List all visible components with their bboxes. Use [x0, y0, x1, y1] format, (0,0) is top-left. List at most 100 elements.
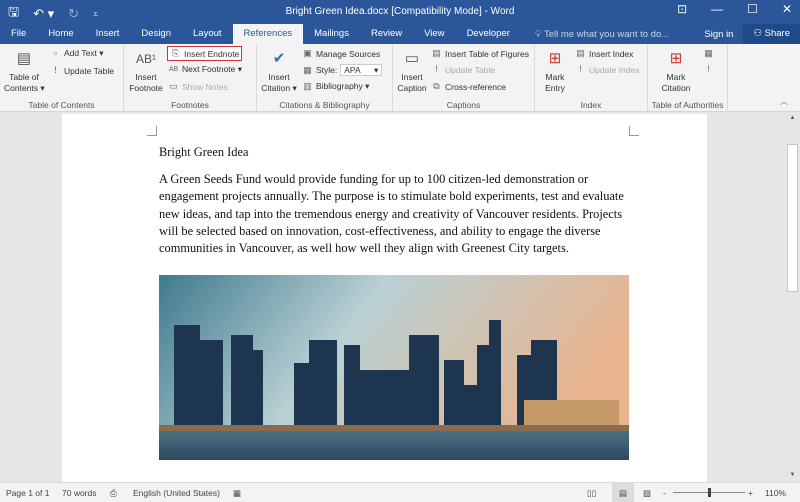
- update-figures-table-button[interactable]: ! Update Table: [431, 64, 495, 75]
- insert-index-icon: ▤: [576, 48, 585, 58]
- update-index-icon: !: [579, 64, 582, 74]
- show-notes-button[interactable]: ▭ Show Notes: [168, 81, 228, 92]
- add-text-button[interactable]: ▫ Add Text ▾: [50, 48, 104, 59]
- margin-mark: [629, 126, 639, 136]
- update-table-button[interactable]: ! Update Table: [50, 65, 114, 76]
- print-layout-icon[interactable]: ▤: [612, 483, 634, 502]
- document-page[interactable]: Bright Green Idea A Green Seeds Fund wou…: [62, 114, 707, 482]
- update-index-button[interactable]: ! Update Index: [575, 64, 639, 75]
- caption-icon: ▭: [404, 50, 420, 67]
- ribbon-tabs: File Home Insert Design Layout Reference…: [0, 24, 800, 44]
- add-text-icon: ▫: [53, 48, 58, 58]
- tab-developer[interactable]: Developer: [456, 24, 521, 44]
- macro-record-icon[interactable]: ▦: [233, 488, 241, 499]
- sign-in-link[interactable]: Sign in: [694, 29, 743, 40]
- window-controls: ⊡ — ☐ ✕: [677, 2, 792, 16]
- mark-entry-icon: ⊞: [548, 50, 562, 67]
- bibliography-icon: ▥: [303, 81, 312, 91]
- group-label: Captions: [446, 100, 481, 110]
- insert-endnote-button[interactable]: ⎘ Insert Endnote: [166, 46, 243, 61]
- scroll-down-icon[interactable]: ▼: [787, 471, 798, 480]
- style-icon: ▦: [303, 64, 312, 75]
- style-dropdown[interactable]: APA ▾: [340, 64, 383, 76]
- insert-caption-button[interactable]: ▭ Insert Caption: [395, 48, 429, 94]
- insert-footnote-button[interactable]: AB¹ Insert Footnote: [128, 48, 164, 94]
- document-area: Bright Green Idea A Green Seeds Fund wou…: [0, 112, 785, 482]
- style-selector[interactable]: ▦ Style: APA ▾: [302, 64, 383, 76]
- group-table-of-authorities: ⊞ Mark Citation ▦ ! Table of Authorities: [648, 44, 728, 112]
- cross-reference-icon: ⧉: [433, 81, 440, 91]
- manage-sources-icon: ▣: [303, 48, 312, 58]
- document-paragraph: A Green Seeds Fund would provide funding…: [159, 172, 624, 256]
- tab-insert[interactable]: Insert: [85, 24, 131, 44]
- bibliography-button[interactable]: ▥ Bibliography ▾: [302, 81, 369, 92]
- footnote-icon: AB¹: [135, 52, 156, 66]
- zoom-in-button[interactable]: +: [748, 488, 753, 498]
- tab-references[interactable]: References: [232, 24, 304, 44]
- margin-mark: [147, 126, 157, 136]
- insert-table-of-figures-button[interactable]: ▤ Insert Table of Figures: [431, 48, 529, 59]
- zoom-slider-handle[interactable]: [708, 488, 711, 497]
- group-footnotes: AB¹ Insert Footnote ⎘ Insert Endnote AB Nex…: [124, 44, 257, 112]
- update-toa-icon: !: [707, 64, 710, 74]
- share-button[interactable]: ⚇ Share: [743, 24, 800, 44]
- document-heading: Bright Green Idea: [159, 145, 249, 159]
- tab-file[interactable]: File: [0, 24, 37, 44]
- person-icon: ⚇: [753, 28, 765, 39]
- title-bar: 🖫 ↶ ▾ ↻ ⩡ Bright Green Idea.docx [Compat…: [0, 0, 800, 24]
- vertical-scrollbar[interactable]: ▲ ▼: [785, 112, 800, 482]
- update-toa-button[interactable]: !: [703, 64, 714, 75]
- tab-view[interactable]: View: [413, 24, 455, 44]
- mark-citation-button[interactable]: ⊞ Mark Citation: [656, 48, 696, 94]
- city-skyline-photo[interactable]: [159, 275, 629, 460]
- insert-toa-button[interactable]: ▦: [703, 48, 714, 59]
- read-mode-icon[interactable]: ▯▯: [587, 488, 596, 499]
- next-footnote-button[interactable]: AB Next Footnote ▾: [168, 64, 242, 75]
- page-count[interactable]: Page 1 of 1: [6, 488, 49, 498]
- insert-index-button[interactable]: ▤ Insert Index: [575, 48, 633, 59]
- group-index: ⊞ Mark Entry ▤ Insert Index ! Update Index …: [535, 44, 648, 112]
- tell-me-box[interactable]: 💡︎ Tell me what you want to do...: [535, 29, 669, 40]
- word-count[interactable]: 70 words: [62, 488, 97, 498]
- close-icon[interactable]: ✕: [782, 2, 792, 16]
- scrollbar-thumb[interactable]: [787, 144, 798, 292]
- web-layout-icon[interactable]: ▨: [643, 488, 651, 499]
- group-label: Citations & Bibliography: [279, 100, 370, 110]
- insert-citation-button[interactable]: ✔ Insert Citation ▾: [259, 48, 299, 94]
- tab-design[interactable]: Design: [130, 24, 182, 44]
- mark-citation-icon: ⊞: [669, 50, 683, 67]
- show-notes-icon: ▭: [169, 81, 178, 91]
- ribbon-display-icon[interactable]: ⊡: [677, 2, 687, 16]
- endnote-icon: ⎘: [171, 48, 180, 58]
- maximize-icon[interactable]: ☐: [747, 2, 758, 16]
- lightbulb-icon: 💡︎: [534, 28, 544, 40]
- tab-home[interactable]: Home: [37, 24, 84, 44]
- group-table-of-contents: ▤ Table of Contents ▾ ▫ Add Text ▾ ! Update…: [0, 44, 124, 112]
- chevron-down-icon: ▾: [373, 65, 379, 75]
- insert-toa-icon: ▦: [704, 48, 713, 58]
- group-label: Index: [580, 100, 602, 110]
- ribbon: ▤ Table of Contents ▾ ▫ Add Text ▾ ! Update…: [0, 44, 800, 112]
- group-label: Table of Contents: [28, 100, 95, 110]
- tab-review[interactable]: Review: [360, 24, 413, 44]
- group-captions: ▭ Insert Caption ▤ Insert Table of Figures…: [393, 44, 535, 112]
- language[interactable]: English (United States): [133, 488, 220, 498]
- table-of-figures-icon: ▤: [432, 48, 441, 58]
- group-label: Footnotes: [171, 100, 209, 110]
- proofing-icon[interactable]: ⎙: [110, 488, 117, 499]
- tab-layout[interactable]: Layout: [182, 24, 233, 44]
- collapse-ribbon-icon[interactable]: ︿: [780, 96, 788, 107]
- tab-mailings[interactable]: Mailings: [303, 24, 360, 44]
- cross-reference-button[interactable]: ⧉ Cross-reference: [431, 81, 506, 92]
- mark-entry-button[interactable]: ⊞ Mark Entry: [539, 48, 571, 94]
- zoom-out-button[interactable]: -: [663, 488, 666, 498]
- document-body[interactable]: Bright Green Idea A Green Seeds Fund wou…: [159, 144, 634, 257]
- manage-sources-button[interactable]: ▣ Manage Sources: [302, 48, 380, 59]
- zoom-level[interactable]: 110%: [765, 488, 786, 498]
- table-of-contents-button[interactable]: ▤ Table of Contents ▾: [4, 48, 45, 94]
- group-citations-bibliography: ✔ Insert Citation ▾ ▣ Manage Sources ▦ Styl…: [257, 44, 393, 112]
- citation-icon: ✔: [272, 50, 286, 67]
- toc-icon: ▤: [16, 50, 32, 67]
- scroll-up-icon[interactable]: ▲: [787, 114, 798, 123]
- minimize-icon[interactable]: —: [711, 2, 723, 16]
